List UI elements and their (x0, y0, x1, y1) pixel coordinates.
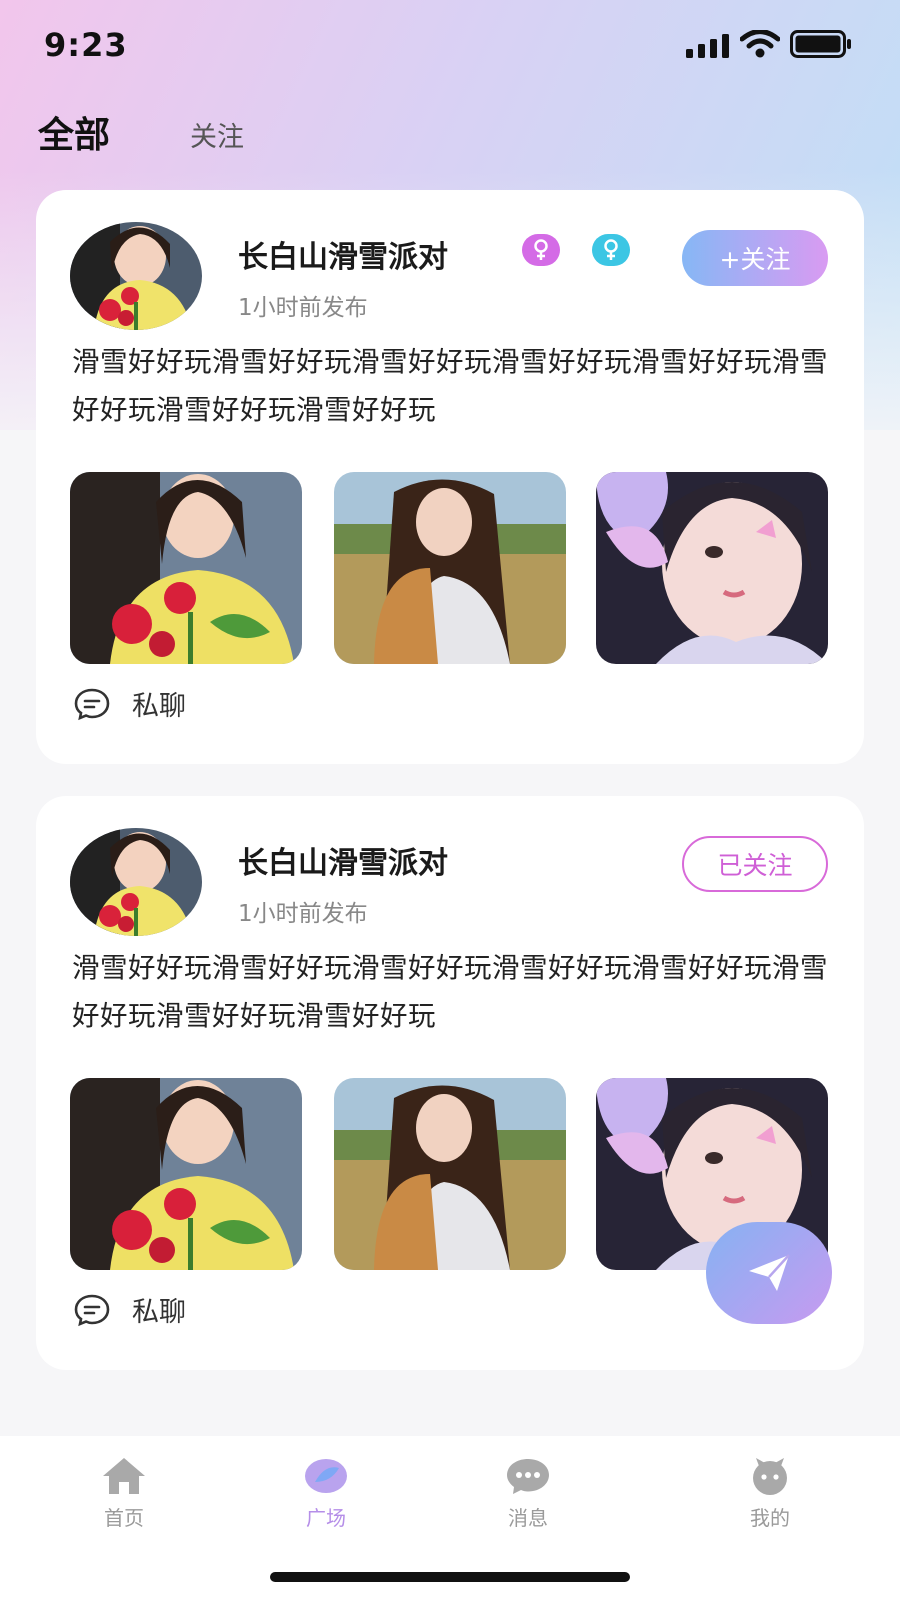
home-indicator (270, 1572, 630, 1582)
chat-icon (74, 688, 110, 720)
message-icon (507, 1459, 549, 1494)
post-photo[interactable] (334, 1078, 566, 1270)
tab-messages-label: 消息 (508, 1506, 548, 1530)
private-chat-label: 私聊 (132, 691, 186, 722)
followed-button[interactable]: 已关注 (682, 836, 828, 892)
post-photo[interactable] (334, 472, 566, 664)
post-time: 1小时前发布 (238, 295, 368, 321)
chat-icon (74, 1294, 110, 1326)
post-card: 长白山滑雪派对 1小时前发布 +关注 滑雪好好玩滑雪好好玩滑雪好好玩滑雪好好玩滑… (36, 190, 864, 764)
post-photo[interactable] (70, 1078, 302, 1270)
post-photo[interactable] (70, 472, 302, 664)
profile-icon (753, 1458, 787, 1495)
tab-profile-label: 我的 (750, 1506, 790, 1530)
post-text: 滑雪好好玩滑雪好好玩滑雪好好玩滑雪好好玩滑雪好好玩滑雪好好玩滑雪好好玩滑雪好好玩 (72, 952, 828, 1032)
avatar[interactable] (70, 222, 202, 330)
home-icon (103, 1458, 145, 1494)
battery-icon (790, 30, 851, 58)
tab-home[interactable]: 首页 (64, 1456, 184, 1531)
female-icon (592, 234, 630, 266)
status-time: 9:23 (44, 26, 128, 64)
post-time: 1小时前发布 (238, 901, 368, 927)
female-icon (522, 234, 560, 266)
tab-all[interactable]: 全部 (38, 106, 110, 158)
post-text: 滑雪好好玩滑雪好好玩滑雪好好玩滑雪好好玩滑雪好好玩滑雪好好玩滑雪好好玩滑雪好好玩 (72, 346, 828, 426)
tab-home-label: 首页 (104, 1506, 144, 1530)
post-photo[interactable] (596, 472, 828, 664)
plaza-icon (305, 1459, 347, 1493)
avatar[interactable] (70, 828, 202, 936)
tab-profile[interactable]: 我的 (710, 1456, 830, 1531)
tab-messages[interactable]: 消息 (468, 1456, 588, 1531)
status-bar: 9:23 (0, 0, 900, 92)
private-chat-button[interactable]: 私聊 (74, 684, 186, 723)
private-chat-label: 私聊 (132, 1297, 186, 1328)
feed-tabs: 全部 关注 (38, 108, 244, 158)
tab-plaza-label: 广场 (306, 1506, 346, 1530)
tab-plaza[interactable]: 广场 (266, 1456, 386, 1531)
signal-icon (686, 34, 729, 58)
tab-follow[interactable]: 关注 (190, 115, 244, 158)
author-name[interactable]: 长白山滑雪派对 (238, 232, 448, 276)
author-name[interactable]: 长白山滑雪派对 (238, 838, 448, 882)
paper-plane-icon (749, 1254, 790, 1291)
publish-button[interactable] (706, 1222, 832, 1324)
follow-button[interactable]: +关注 (682, 230, 828, 286)
wifi-icon (740, 30, 780, 58)
private-chat-button[interactable]: 私聊 (74, 1290, 186, 1329)
